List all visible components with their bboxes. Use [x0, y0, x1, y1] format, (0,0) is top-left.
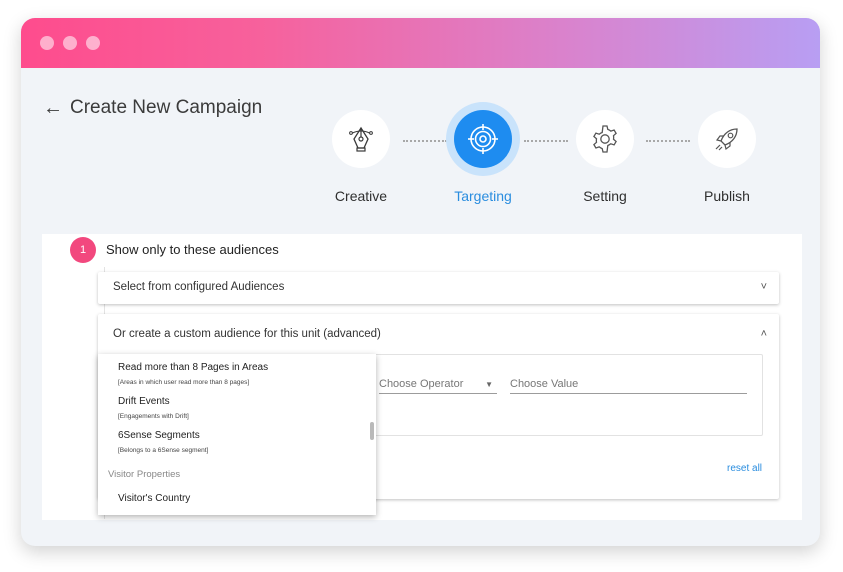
dropdown-item[interactable]: Visitor's Country — [118, 493, 190, 504]
configured-audiences-card[interactable]: Select from configured Audiences ˅ — [98, 272, 779, 304]
configured-audiences-label: Select from configured Audiences — [113, 281, 285, 293]
close-dot[interactable] — [40, 36, 54, 50]
dropdown-item[interactable]: Read more than 8 Pages in Areas — [118, 362, 268, 373]
step-label-targeting[interactable]: Targeting — [433, 188, 533, 204]
dropdown-group-label: Visitor Properties — [108, 469, 181, 480]
attribute-dropdown: Read more than 8 Pages in Areas [Areas i… — [98, 354, 376, 515]
chevron-up-icon[interactable]: ˄ — [761, 328, 767, 340]
chevron-down-icon[interactable]: ˅ — [761, 281, 767, 293]
step-number-badge: 1 — [70, 237, 96, 263]
custom-audience-label[interactable]: Or create a custom audience for this uni… — [113, 328, 381, 340]
operator-select[interactable]: Choose Operator ▼ — [379, 378, 497, 394]
dropdown-item-description: [Areas in which user read more than 8 pa… — [118, 379, 250, 386]
rocket-icon — [715, 128, 738, 151]
step-connector — [646, 140, 690, 142]
reset-all-link[interactable]: reset all — [727, 463, 762, 474]
step-setting[interactable] — [576, 110, 634, 168]
step-targeting[interactable] — [446, 102, 520, 176]
operator-placeholder: Choose Operator — [379, 378, 464, 390]
target-icon — [468, 124, 498, 154]
page-title: Create New Campaign — [70, 97, 263, 118]
pen-tool-icon — [349, 126, 373, 152]
step-label-creative[interactable]: Creative — [311, 188, 411, 204]
dropdown-item-description: [Engagements with Drift] — [118, 413, 189, 420]
value-placeholder: Choose Value — [510, 378, 579, 390]
caret-down-icon: ▼ — [485, 380, 493, 389]
minimize-dot[interactable] — [63, 36, 77, 50]
dropdown-scrollbar[interactable] — [370, 422, 374, 440]
step-label-publish[interactable]: Publish — [677, 188, 777, 204]
step-connector — [524, 140, 568, 142]
step-label-setting[interactable]: Setting — [555, 188, 655, 204]
step-connector — [403, 140, 447, 142]
maximize-dot[interactable] — [86, 36, 100, 50]
back-arrow-icon[interactable]: ← — [43, 98, 63, 118]
value-input[interactable]: Choose Value — [510, 378, 747, 394]
title-bar — [21, 18, 820, 68]
back-link[interactable]: ← Create New Campaign — [43, 97, 262, 119]
dropdown-item-description: [Belongs to a 6Sense segment] — [118, 447, 209, 454]
section-title: Show only to these audiences — [106, 242, 279, 257]
step-targeting-inner — [454, 110, 512, 168]
dropdown-item[interactable]: Drift Events — [118, 396, 170, 407]
step-creative[interactable] — [332, 110, 390, 168]
step-publish[interactable] — [698, 110, 756, 168]
dropdown-item[interactable]: 6Sense Segments — [118, 430, 200, 441]
app-window: ← Create New Campaign Creative Targeting… — [21, 18, 820, 546]
gear-icon — [593, 125, 617, 153]
